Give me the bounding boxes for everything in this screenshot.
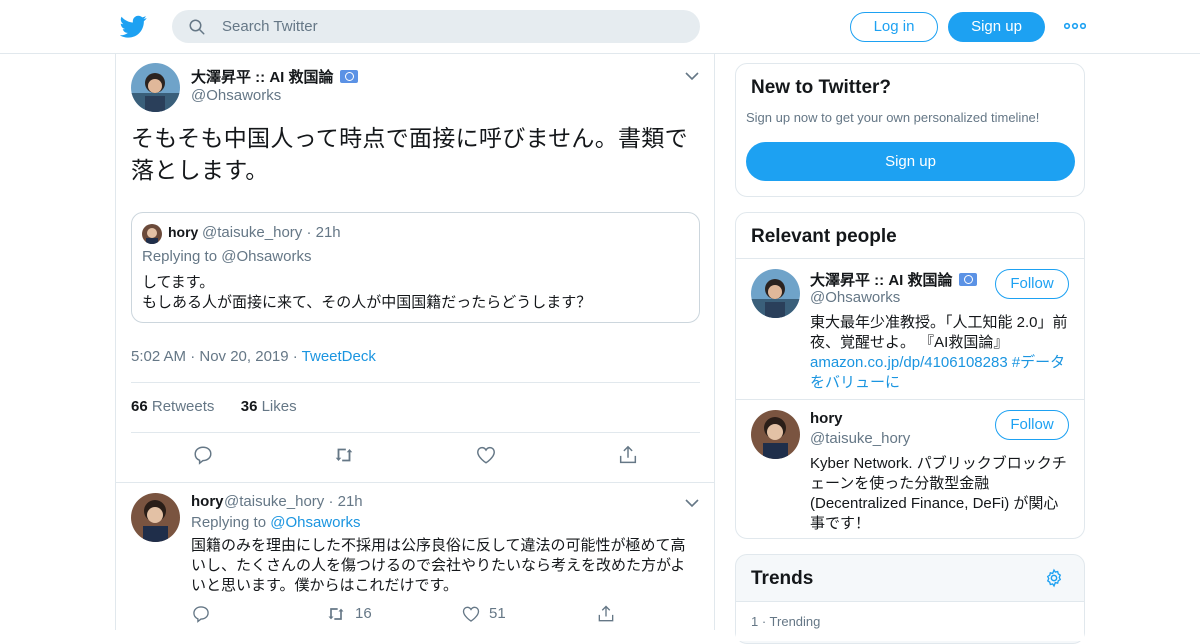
reply-retweet-count: 16 [355,605,372,622]
avatar[interactable] [751,269,800,318]
replying-handle-link[interactable]: @Ohsaworks [270,514,360,531]
reply-like-count: 51 [489,605,506,622]
tweet-column: 大澤昇平 :: AI 救国論 @Ohsaworks そもそも中国人って時点で面接… [115,54,715,630]
tweet-timestamp: 5:02 AM · Nov 20, 2019 · TweetDeck [131,348,376,365]
chevron-down-icon[interactable] [684,70,700,82]
quote-author-handle: @taisuke_hory · 21h [202,224,341,241]
avatar [142,224,162,244]
card-subtitle: Sign up now to get your own personalized… [746,110,1040,125]
tweet-actions [116,444,714,470]
person-name[interactable]: hory [810,410,843,427]
search-icon [189,19,205,35]
quoted-tweet[interactable]: hory @taisuke_hory · 21h Replying to @Oh… [131,212,700,323]
reply-replying-to: Replying to @Ohsaworks [191,514,360,531]
avatar[interactable] [131,493,180,542]
search-input[interactable] [222,10,682,43]
un-flag-icon [339,70,358,83]
quote-text-line: してます。 [142,274,215,291]
search-box[interactable] [172,10,700,43]
person-row[interactable]: hory @taisuke_hory Follow Kyber Network.… [736,399,1084,538]
new-to-twitter-card: New to Twitter? Sign up now to get your … [735,63,1085,197]
likes-count[interactable]: 36 [241,398,258,415]
tweet-source-link[interactable]: TweetDeck [302,348,376,365]
relevant-people-card: Relevant people 大澤昇平 :: AI 救国論 @Ohsawork… [735,212,1085,539]
un-flag-icon [958,273,977,286]
person-bio: Kyber Network. パブリックブロックチェーンを使った分散型金融(De… [810,455,1067,532]
bio-text: 東大最年少准教授。「人工知能 2.0」前夜、覚醒せよ。 『AI救国論』 [810,314,1068,351]
reply-tweet[interactable]: hory @taisuke_hory · 21h Replying to @Oh… [116,482,714,632]
replying-prefix: Replying to [191,514,271,531]
chevron-down-icon[interactable] [684,497,700,509]
top-nav-bar: Log in Sign up [0,0,1200,54]
tweet-author-handle[interactable]: @Ohsaworks [191,87,281,104]
share-icon[interactable] [617,444,639,466]
signup-button[interactable]: Sign up [948,12,1045,42]
avatar[interactable] [131,63,180,112]
like-icon[interactable] [475,444,497,466]
trends-card: Trends 1 · Trending [735,554,1085,644]
likes-label[interactable]: Likes [262,398,297,415]
quote-replying-to: Replying to @Ohsaworks [142,248,312,265]
person-handle[interactable]: @Ohsaworks [810,289,900,306]
tweet-text: そもそも中国人って時点で面接に呼びません。書類で落とします。 [131,125,688,183]
reply-author-handle[interactable]: @taisuke_hory · 21h [224,493,363,510]
reply-text: 国籍のみを理由にした不採用は公序良俗に反して違法の可能性が極めて高いし、たくさん… [191,537,686,594]
more-dots-icon[interactable] [1064,18,1086,34]
retweets-count[interactable]: 66 [131,398,148,415]
reply-icon[interactable] [191,604,211,624]
author-name-text[interactable]: 大澤昇平 :: AI 救国論 [191,69,334,86]
quote-text-line: もしある人が面接に来て、その人が中国国籍だったらどうします？ [142,294,592,311]
share-icon[interactable] [596,604,616,624]
follow-button[interactable]: Follow [995,410,1069,440]
like-icon[interactable] [461,604,481,624]
tweet-time[interactable]: 5:02 AM · Nov 20, 2019 · [131,348,302,365]
card-title: New to Twitter? [751,77,892,98]
twitter-bird-icon[interactable] [120,13,147,40]
divider [131,432,700,433]
quote-author-name: hory [168,224,199,240]
trend-meta: 1 · Trending [751,614,821,629]
login-button[interactable]: Log in [850,12,938,42]
divider [131,382,700,383]
follow-button[interactable]: Follow [995,269,1069,299]
avatar[interactable] [751,410,800,459]
card-title: Trends [751,568,814,589]
retweets-label[interactable]: Retweets [152,398,215,415]
person-row[interactable]: 大澤昇平 :: AI 救国論 @Ohsaworks Follow 東大最年少准教… [736,258,1084,399]
person-name-text[interactable]: 大澤昇平 :: AI 救国論 [810,272,953,289]
quote-text: してます。 もしある人が面接に来て、その人が中国国籍だったらどうします？ [142,273,682,313]
reply-icon[interactable] [192,444,214,466]
tweet-stats: 66 Retweets 36 Likes [131,398,297,415]
person-name[interactable]: 大澤昇平 :: AI 救国論 [810,269,977,290]
retweet-icon[interactable] [326,604,346,624]
reply-author-name[interactable]: hory [191,493,224,510]
tweet-author-name[interactable]: 大澤昇平 :: AI 救国論 [191,66,358,87]
reply-actions: 16 51 [191,604,691,626]
gear-icon[interactable] [1044,568,1064,588]
retweet-icon[interactable] [333,444,355,466]
trend-item[interactable]: 1 · Trending [736,601,1084,641]
person-bio: 東大最年少准教授。「人工知能 2.0」前夜、覚醒せよ。 『AI救国論』 amaz… [810,313,1072,393]
sidebar-signup-button[interactable]: Sign up [746,142,1075,181]
card-title: Relevant people [751,226,897,247]
bio-link[interactable]: amazon.co.jp/dp/4106108283 #データをバリューに [810,354,1065,391]
person-handle[interactable]: @taisuke_hory [810,430,910,447]
